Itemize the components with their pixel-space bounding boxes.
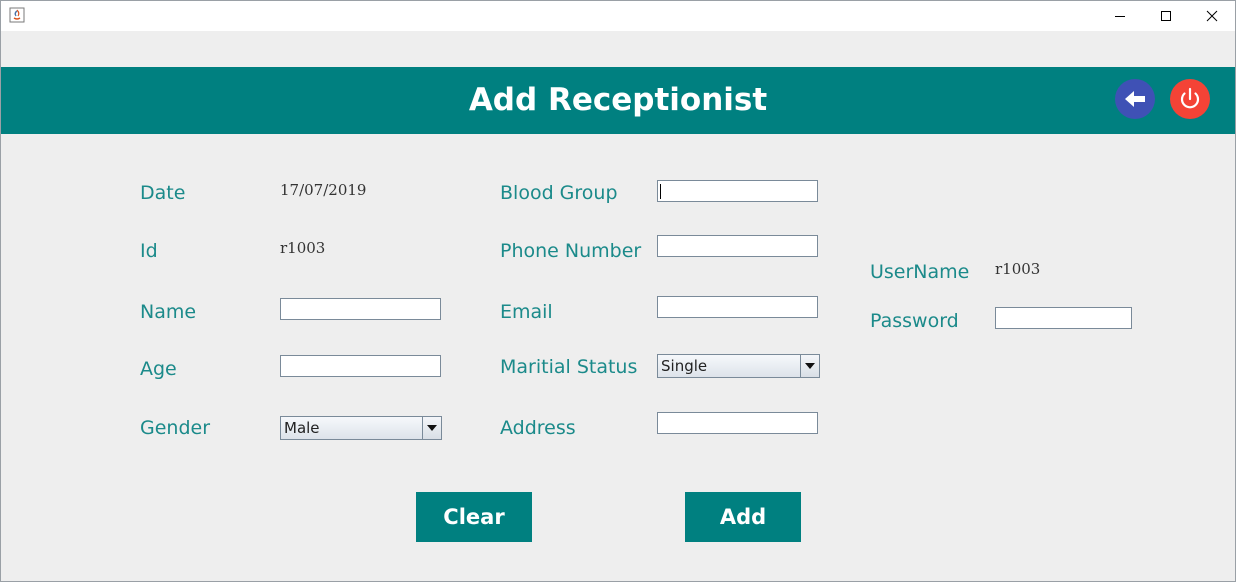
marital-status-selected-value: Single [661,357,708,375]
java-app-icon [9,7,25,23]
address-label: Address [500,417,576,439]
app-window: Add Receptionist Date 17/07/2019 Id r100… [0,0,1236,582]
marital-status-select[interactable]: Single [657,354,820,378]
date-value: 17/07/2019 [280,181,367,199]
header-bar: Add Receptionist [1,67,1235,134]
maximize-button[interactable] [1143,1,1189,31]
clear-button[interactable]: Clear [416,492,532,542]
age-field[interactable] [280,355,441,377]
name-label: Name [140,301,197,323]
blood-group-field[interactable] [657,180,818,202]
minimize-button[interactable] [1097,1,1143,31]
password-label: Password [870,310,959,332]
arrow-left-icon [1125,91,1145,107]
id-label: Id [140,240,158,262]
back-button[interactable] [1115,79,1155,119]
close-icon [1206,10,1218,22]
chevron-down-icon[interactable] [800,355,819,377]
password-field[interactable] [995,307,1132,329]
page-title: Add Receptionist [468,82,768,118]
add-button[interactable]: Add [685,492,801,542]
phone-number-field[interactable] [657,235,818,257]
minimize-icon [1115,16,1125,17]
close-button[interactable] [1189,1,1235,31]
name-field[interactable] [280,298,441,320]
gender-selected-value: Male [284,419,320,437]
phone-number-label: Phone Number [500,240,642,262]
chevron-down-icon[interactable] [422,417,441,439]
email-label: Email [500,301,553,323]
email-field[interactable] [657,296,818,318]
date-label: Date [140,182,186,204]
username-value: r1003 [995,260,1041,278]
power-icon [1180,87,1200,109]
logout-button[interactable] [1170,79,1210,119]
maximize-icon [1161,11,1171,21]
address-field[interactable] [657,412,818,434]
title-bar [1,1,1235,31]
username-label: UserName [870,261,970,283]
marital-status-label: Maritial Status [500,356,638,378]
blood-group-label: Blood Group [500,182,618,204]
id-value: r1003 [280,239,326,257]
gender-select[interactable]: Male [280,416,442,440]
text-caret [660,184,661,199]
gender-label: Gender [140,417,211,439]
age-label: Age [140,358,177,380]
